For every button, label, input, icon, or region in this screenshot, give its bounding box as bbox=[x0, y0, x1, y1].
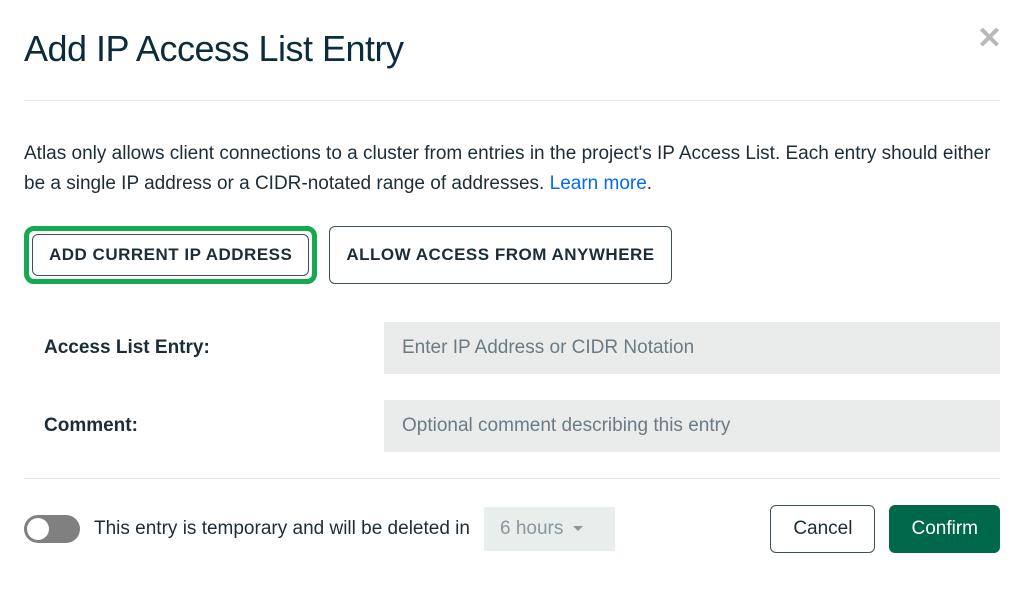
access-entry-label: Access List Entry: bbox=[44, 337, 384, 359]
add-ip-access-modal: ✕ Add IP Access List Entry Atlas only al… bbox=[0, 0, 1024, 577]
description-period: . bbox=[647, 173, 652, 194]
quick-action-row: ADD CURRENT IP ADDRESS ALLOW ACCESS FROM… bbox=[24, 226, 1000, 284]
add-current-ip-button[interactable]: ADD CURRENT IP ADDRESS bbox=[32, 234, 309, 276]
footer-divider bbox=[24, 478, 1000, 479]
close-icon[interactable]: ✕ bbox=[977, 24, 1002, 54]
duration-dropdown[interactable]: 6 hours bbox=[484, 507, 615, 551]
allow-anywhere-button[interactable]: ALLOW ACCESS FROM ANYWHERE bbox=[329, 226, 671, 284]
access-entry-input[interactable] bbox=[384, 322, 1000, 374]
confirm-button[interactable]: Confirm bbox=[889, 505, 1000, 553]
learn-more-link[interactable]: Learn more bbox=[550, 173, 647, 194]
modal-footer: This entry is temporary and will be dele… bbox=[24, 505, 1000, 553]
modal-description: Atlas only allows client connections to … bbox=[24, 139, 1000, 200]
comment-row: Comment: bbox=[24, 400, 1000, 452]
comment-input[interactable] bbox=[384, 400, 1000, 452]
temporary-label: This entry is temporary and will be dele… bbox=[94, 518, 470, 540]
description-text: Atlas only allows client connections to … bbox=[24, 143, 990, 194]
toggle-knob bbox=[27, 518, 49, 540]
duration-value: 6 hours bbox=[500, 518, 563, 540]
highlight-frame: ADD CURRENT IP ADDRESS bbox=[24, 226, 317, 284]
temporary-toggle[interactable] bbox=[24, 515, 80, 543]
access-entry-row: Access List Entry: bbox=[24, 322, 1000, 374]
cancel-button[interactable]: Cancel bbox=[770, 505, 875, 553]
comment-label: Comment: bbox=[44, 415, 384, 437]
chevron-down-icon bbox=[573, 526, 583, 532]
modal-title: Add IP Access List Entry bbox=[24, 28, 1000, 70]
header-divider bbox=[24, 100, 1000, 101]
